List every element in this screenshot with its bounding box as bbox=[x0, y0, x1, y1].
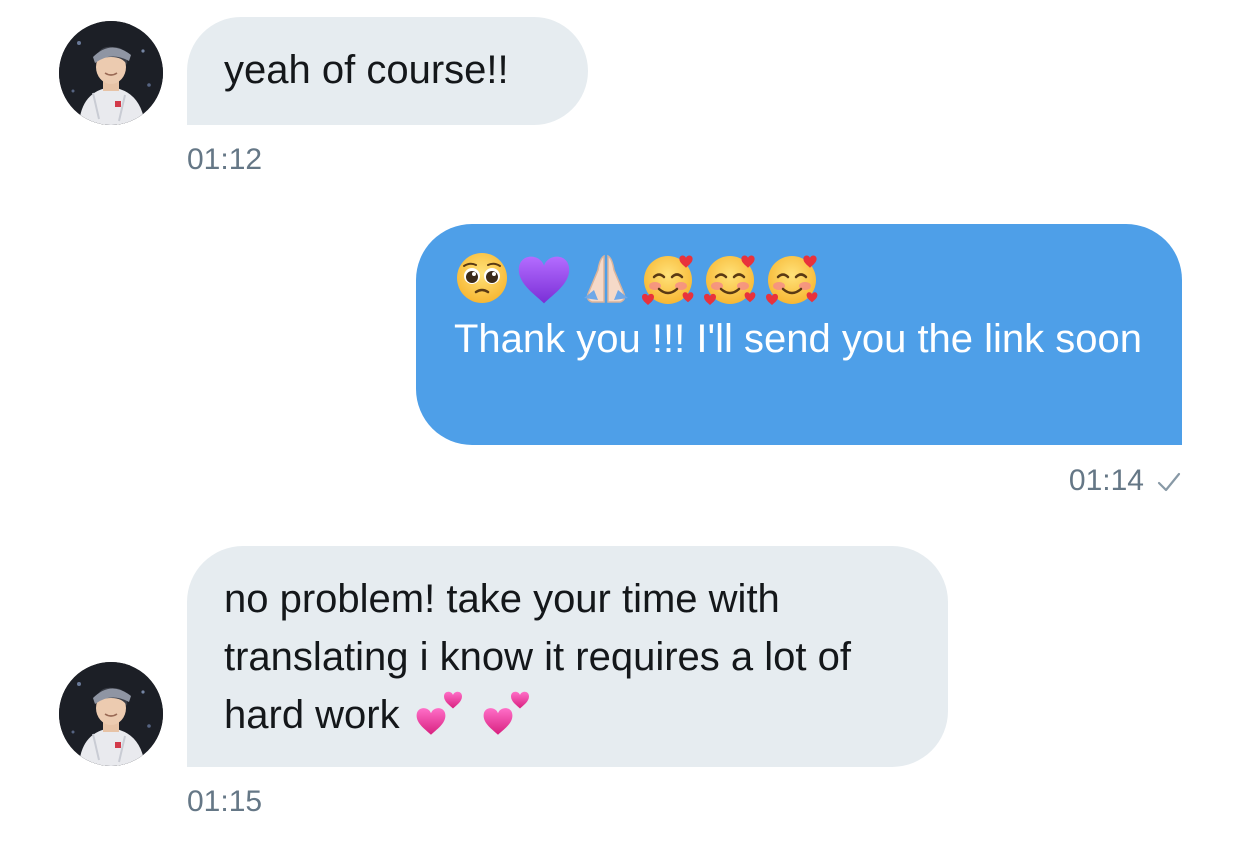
smiling-face-with-hearts-icon bbox=[702, 250, 758, 306]
folded-hands-icon bbox=[584, 254, 628, 303]
two-hearts-icon bbox=[411, 686, 467, 738]
avatar[interactable] bbox=[59, 21, 163, 125]
emoji-row bbox=[454, 248, 1146, 308]
two-hearts-icon bbox=[478, 686, 534, 738]
smiling-face-with-hearts-icon bbox=[764, 250, 820, 306]
message-timestamp-row: 01:14 bbox=[1069, 464, 1182, 498]
message-text: no problem! take your time with translat… bbox=[224, 577, 851, 737]
message-timestamp: 01:14 bbox=[1068, 464, 1144, 497]
avatar[interactable] bbox=[59, 662, 163, 766]
message-bubble-incoming[interactable]: no problem! take your time with translat… bbox=[187, 546, 948, 767]
purple-heart-icon bbox=[518, 256, 570, 304]
message-bubble-outgoing[interactable]: Thank you !!! I'll send you the link soo… bbox=[416, 224, 1182, 445]
avatar-image bbox=[59, 21, 163, 125]
message-bubble-incoming[interactable]: yeah of course!! bbox=[187, 17, 588, 125]
message-text: Thank you !!! I'll send you the link soo… bbox=[454, 317, 1143, 361]
message-timestamp: 01:12 bbox=[187, 143, 263, 176]
avatar-image bbox=[59, 662, 163, 766]
pleading-face-icon bbox=[457, 253, 507, 303]
message-text: yeah of course!! bbox=[224, 48, 509, 92]
smiling-face-with-hearts-icon bbox=[640, 250, 696, 306]
sent-check-icon bbox=[1157, 472, 1181, 492]
message-timestamp: 01:15 bbox=[187, 785, 263, 818]
